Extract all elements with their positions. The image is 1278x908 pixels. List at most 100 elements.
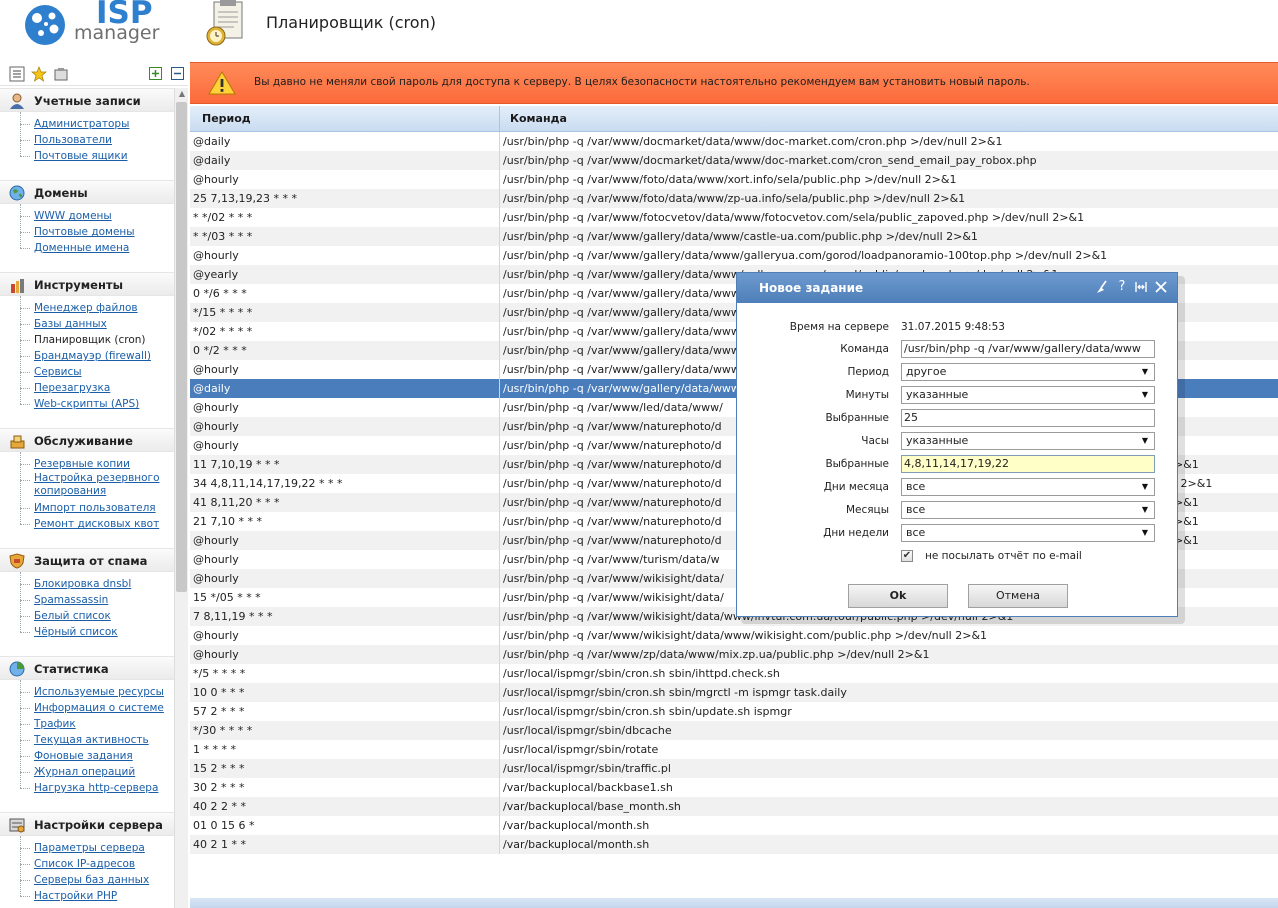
- sidebar-item-firewall[interactable]: Брандмауэр (firewall): [20, 348, 174, 364]
- sidebar-item-server-params[interactable]: Параметры сервера: [20, 840, 174, 856]
- no-email-report-checkbox[interactable]: ✔: [901, 550, 913, 562]
- table-row[interactable]: @hourly/usr/bin/php -q /var/www/foto/dat…: [190, 170, 1278, 189]
- scroll-up-arrow-icon[interactable]: ▲: [177, 90, 187, 98]
- sidebar-item-import-user[interactable]: Импорт пользователя: [20, 500, 174, 516]
- cell-divider: [499, 322, 500, 341]
- ok-button[interactable]: Ok: [848, 584, 948, 608]
- sidebar-item-http-load[interactable]: Нагрузка http-сервера: [20, 780, 174, 796]
- cron-scheduler-icon: [206, 0, 243, 46]
- cancel-button[interactable]: Отмена: [968, 584, 1068, 608]
- sidebar-item-cron[interactable]: Планировщик (cron): [20, 332, 174, 348]
- sidebar-group-header[interactable]: Статистика: [0, 656, 174, 680]
- period-cell: 1 * * * *: [193, 743, 236, 756]
- sidebar-item-traffic[interactable]: Трафик: [20, 716, 174, 732]
- sidebar-item-www-domains[interactable]: WWW домены: [20, 208, 174, 224]
- table-row[interactable]: */5 * * * * /usr/local/ispmgr/sbin/cron.s…: [190, 664, 1278, 683]
- expand-icon[interactable]: [1133, 279, 1149, 295]
- sidebar-item-mailboxes[interactable]: Почтовые ящики: [20, 148, 174, 164]
- table-header: Период Команда: [190, 106, 1278, 132]
- period-select[interactable]: другое ▼: [901, 363, 1155, 381]
- sidebar-item-databases[interactable]: Базы данных: [20, 316, 174, 332]
- table-row[interactable]: 10 0 * * * /usr/local/ispmgr/sbin/cron.sh…: [190, 683, 1278, 702]
- table-row[interactable]: 40 2 1 * * /var/backuplocal/month.sh: [190, 835, 1278, 854]
- close-icon[interactable]: [1153, 279, 1169, 295]
- sidebar-item-used-resources[interactable]: Используемые ресурсы: [20, 684, 174, 700]
- table-row[interactable]: 30 2 * * * /var/backuplocal/backbase1.sh: [190, 778, 1278, 797]
- table-row[interactable]: @daily/usr/bin/php -q /var/www/docmarket…: [190, 132, 1278, 151]
- sidebar-item-ip-list[interactable]: Список IP-адресов: [20, 856, 174, 872]
- table-row[interactable]: 01 0 15 6 * /var/backuplocal/month.sh: [190, 816, 1278, 835]
- sidebar-item-system-info[interactable]: Информация о системе: [20, 700, 174, 716]
- sidebar-item-dnsbl[interactable]: Блокировка dnsbl: [20, 576, 174, 592]
- isp-manager-logo[interactable]: ISP manager: [22, 0, 162, 50]
- sidebar-group-header[interactable]: Учетные записи: [0, 88, 174, 112]
- period-cell: @hourly: [193, 249, 239, 262]
- sidebar-group-header[interactable]: Инструменты: [0, 272, 174, 296]
- dialog-titlebar[interactable]: Новое задание ?: [737, 273, 1177, 303]
- sidebar-item-services[interactable]: Сервисы: [20, 364, 174, 380]
- sidebar-item-file-manager[interactable]: Менеджер файлов: [20, 300, 174, 316]
- days-of-month-select[interactable]: все ▼: [901, 478, 1155, 496]
- sidebar-group-header[interactable]: Домены: [0, 180, 174, 204]
- table-row[interactable]: @hourly/usr/bin/php -q /var/www/zp/data/…: [190, 645, 1278, 664]
- selected-hours-input[interactable]: 4,8,11,14,17,19,22: [901, 455, 1155, 473]
- column-divider[interactable]: [499, 106, 500, 132]
- sidebar-scroll-thumb[interactable]: [176, 102, 187, 592]
- months-select[interactable]: все ▼: [901, 501, 1155, 519]
- help-icon[interactable]: ?: [1114, 279, 1130, 295]
- table-row[interactable]: 25 7,13,19,23 * * * /usr/bin/php -q /var/…: [190, 189, 1278, 208]
- sidebar-item-php-settings[interactable]: Настройки PHP: [20, 888, 174, 904]
- cell-divider: [499, 493, 500, 512]
- table-row[interactable]: @daily/usr/bin/php -q /var/www/docmarket…: [190, 151, 1278, 170]
- hours-select[interactable]: указанные ▼: [901, 432, 1155, 450]
- sidebar-item-db-servers[interactable]: Серверы баз данных: [20, 872, 174, 888]
- weekdays-select[interactable]: все ▼: [901, 524, 1155, 542]
- sidebar-item-background-tasks[interactable]: Фоновые задания: [20, 748, 174, 764]
- sidebar-group-title: Обслуживание: [34, 434, 133, 448]
- sidebar-item-mail-domains[interactable]: Почтовые домены: [20, 224, 174, 240]
- table-row[interactable]: 15 2 * * * /usr/local/ispmgr/sbin/traffic…: [190, 759, 1278, 778]
- table-row[interactable]: 40 2 2 * * /var/backuplocal/base_month.sh: [190, 797, 1278, 816]
- sidebar-item-users[interactable]: Пользователи: [20, 132, 174, 148]
- period-cell: @hourly: [193, 363, 239, 376]
- cell-divider: [499, 151, 500, 170]
- cell-divider: [499, 512, 500, 531]
- table-row[interactable]: @hourly/usr/bin/php -q /var/www/wikisigh…: [190, 626, 1278, 645]
- expand-plus-icon[interactable]: [149, 67, 162, 80]
- sidebar-scrollbar[interactable]: ▲: [174, 88, 188, 908]
- column-header-command[interactable]: Команда: [510, 112, 567, 125]
- no-email-report-label[interactable]: не посылать отчёт по e-mail: [925, 550, 1082, 562]
- favorites-star-icon[interactable]: [31, 66, 47, 82]
- minutes-select[interactable]: указанные ▼: [901, 386, 1155, 404]
- broom-icon[interactable]: [1094, 279, 1110, 295]
- table-row[interactable]: * */03 * * * /usr/bin/php -q /var/www/gal…: [190, 227, 1278, 246]
- table-row[interactable]: 1 * * * * /usr/local/ispmgr/sbin/rotate: [190, 740, 1278, 759]
- sidebar-item-web-scripts[interactable]: Web-скрипты (APS): [20, 396, 174, 412]
- table-row[interactable]: */30 * * * * /usr/local/ispmgr/sbin/dbcac…: [190, 721, 1278, 740]
- dropdown-arrow-icon: ▼: [1141, 436, 1148, 445]
- notes-icon[interactable]: [53, 66, 69, 82]
- sidebar-item-backups[interactable]: Резервные копии: [20, 456, 174, 472]
- sidebar-item-reboot[interactable]: Перезагрузка: [20, 380, 174, 396]
- sidebar-item-spamassassin[interactable]: Spamassassin: [20, 592, 174, 608]
- sidebar-group-header[interactable]: Обслуживание: [0, 428, 174, 452]
- sidebar-item-backup-settings[interactable]: Настройка резервного копирования: [20, 472, 174, 500]
- table-row[interactable]: * */02 * * * /usr/bin/php -q /var/www/fot…: [190, 208, 1278, 227]
- collapse-minus-icon[interactable]: [171, 67, 184, 80]
- column-header-period[interactable]: Период: [202, 112, 251, 125]
- sidebar-item-administrators[interactable]: Администраторы: [20, 116, 174, 132]
- list-icon[interactable]: [9, 66, 25, 82]
- table-row[interactable]: @hourly/usr/bin/php -q /var/www/gallery/…: [190, 246, 1278, 265]
- sidebar-item-disk-quota-repair[interactable]: Ремонт дисковых квот: [20, 516, 174, 532]
- sidebar-group-header[interactable]: Защита от спама: [0, 548, 174, 572]
- sidebar-item-domain-names[interactable]: Доменные имена: [20, 240, 174, 256]
- selected-minutes-input[interactable]: 25: [901, 409, 1155, 427]
- sidebar-item-whitelist[interactable]: Белый список: [20, 608, 174, 624]
- sidebar-item-blacklist[interactable]: Чёрный список: [20, 624, 174, 640]
- sidebar-item-operations-log[interactable]: Журнал операций: [20, 764, 174, 780]
- cell-divider: [499, 170, 500, 189]
- sidebar-group-header[interactable]: Настройки сервера: [0, 812, 174, 836]
- sidebar-item-current-activity[interactable]: Текущая активность: [20, 732, 174, 748]
- table-row[interactable]: 57 2 * * * /usr/local/ispmgr/sbin/cron.sh…: [190, 702, 1278, 721]
- command-input[interactable]: /usr/bin/php -q /var/www/gallery/data/ww…: [901, 340, 1155, 358]
